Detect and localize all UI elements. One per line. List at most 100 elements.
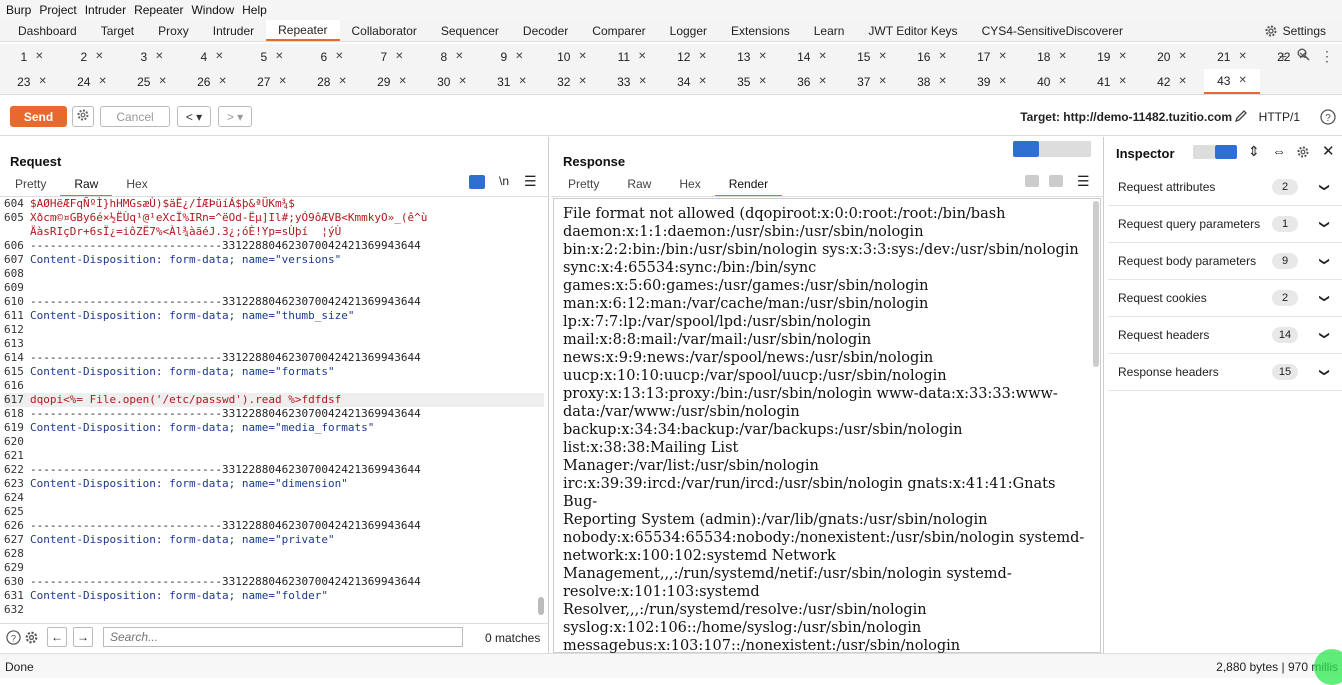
- close-tab-icon[interactable]: ✕: [818, 51, 826, 62]
- close-tab-icon[interactable]: ✕: [215, 51, 223, 62]
- repeater-tab-41[interactable]: 41 ✕: [1084, 69, 1140, 94]
- close-tab-icon[interactable]: ✕: [1118, 51, 1126, 62]
- vertical-view-icon[interactable]: [1039, 141, 1065, 157]
- tab-dashboard[interactable]: Dashboard: [6, 20, 89, 41]
- close-tab-icon[interactable]: ✕: [35, 51, 43, 62]
- next-match-button[interactable]: →: [73, 627, 93, 647]
- inspector-row-request-body-parameters[interactable]: Request body parameters 9 ❯: [1108, 243, 1342, 280]
- repeater-tab-8[interactable]: 8 ✕: [424, 44, 480, 69]
- send-options-button[interactable]: [72, 106, 94, 127]
- response-scrollbar[interactable]: [1093, 201, 1099, 367]
- newline-toggle[interactable]: \n: [499, 174, 509, 188]
- response-tab-raw[interactable]: Raw: [613, 177, 665, 197]
- wrap-lines-icon[interactable]: [469, 175, 485, 189]
- tab-repeater[interactable]: Repeater: [266, 20, 340, 41]
- repeater-tab-40[interactable]: 40 ✕: [1024, 69, 1080, 94]
- close-tab-icon[interactable]: ✕: [38, 76, 46, 87]
- inspector-row-request-headers[interactable]: Request headers 14 ❯: [1108, 317, 1342, 354]
- repeater-tab-23[interactable]: 23 ✕: [4, 69, 60, 94]
- settings-button[interactable]: Settings: [1264, 20, 1326, 42]
- close-tab-icon[interactable]: ✕: [878, 51, 886, 62]
- response-tab-render[interactable]: Render: [714, 177, 783, 197]
- close-tab-icon[interactable]: ✕: [455, 51, 463, 62]
- tab-target[interactable]: Target: [89, 20, 146, 41]
- back-button[interactable]: < ▾: [177, 106, 211, 127]
- expand-all-icon[interactable]: ⇕: [1248, 143, 1260, 160]
- repeater-tab-37[interactable]: 37 ✕: [844, 69, 900, 94]
- repeater-tab-42[interactable]: 42 ✕: [1144, 69, 1200, 94]
- menu-repeater[interactable]: Repeater: [134, 3, 191, 17]
- search-input[interactable]: [103, 627, 463, 647]
- gear-icon[interactable]: [1296, 145, 1310, 162]
- close-tab-icon[interactable]: ✕: [638, 51, 646, 62]
- inspector-layout-icon[interactable]: [1193, 145, 1215, 159]
- tab-cys4-sensitivediscoverer[interactable]: CYS4-SensitiveDiscoverer: [970, 20, 1135, 41]
- repeater-tab-33[interactable]: 33 ✕: [604, 69, 660, 94]
- close-tab-icon[interactable]: ✕: [398, 76, 406, 87]
- request-editor[interactable]: 604 $AØHëÆFqÑºÌ}hHMGsæÙ)$äË¿/ÍÆÞüíÁ$þ&ªÜK…: [4, 197, 544, 619]
- repeater-tab-4[interactable]: 4 ✕: [184, 44, 240, 69]
- request-tab-hex[interactable]: Hex: [112, 177, 161, 197]
- close-tab-icon[interactable]: ✕: [1178, 51, 1186, 62]
- edit-target-icon[interactable]: [1234, 109, 1248, 126]
- add-tab-icon[interactable]: +: [1279, 48, 1287, 65]
- close-tab-icon[interactable]: ✕: [518, 76, 526, 87]
- menu-window[interactable]: Window: [191, 3, 242, 17]
- repeater-tab-7[interactable]: 7 ✕: [364, 44, 420, 69]
- repeater-tab-38[interactable]: 38 ✕: [904, 69, 960, 94]
- repeater-tab-21[interactable]: 21 ✕: [1204, 44, 1260, 69]
- repeater-tab-31[interactable]: 31 ✕: [484, 69, 540, 94]
- tab-intruder[interactable]: Intruder: [201, 20, 266, 41]
- response-tab-hex[interactable]: Hex: [665, 177, 714, 197]
- close-tab-icon[interactable]: ✕: [338, 76, 346, 87]
- close-tab-icon[interactable]: ✕: [878, 76, 886, 87]
- repeater-tab-27[interactable]: 27 ✕: [244, 69, 300, 94]
- collapse-all-icon[interactable]: ⇔: [1272, 143, 1286, 159]
- cancel-button[interactable]: Cancel: [100, 106, 170, 127]
- repeater-tab-5[interactable]: 5 ✕: [244, 44, 300, 69]
- close-tab-icon[interactable]: ✕: [98, 76, 106, 87]
- repeater-tab-19[interactable]: 19 ✕: [1084, 44, 1140, 69]
- close-tab-icon[interactable]: ✕: [578, 76, 586, 87]
- inspector-row-request-cookies[interactable]: Request cookies 2 ❯: [1108, 280, 1342, 317]
- tab-logger[interactable]: Logger: [658, 20, 719, 41]
- request-tab-raw[interactable]: Raw: [60, 177, 113, 197]
- repeater-tab-11[interactable]: 11 ✕: [604, 44, 660, 69]
- close-tab-icon[interactable]: ✕: [638, 76, 646, 87]
- repeater-tab-12[interactable]: 12 ✕: [664, 44, 720, 69]
- menu-help[interactable]: Help: [242, 3, 275, 17]
- inspector-row-response-headers[interactable]: Response headers 15 ❯: [1108, 354, 1342, 391]
- help-icon[interactable]: ?: [6, 630, 21, 648]
- inspector-row-request-attributes[interactable]: Request attributes 2 ❯: [1108, 169, 1342, 206]
- repeater-tab-10[interactable]: 10 ✕: [544, 44, 600, 69]
- send-button[interactable]: Send: [10, 106, 67, 127]
- inspector-row-request-query-parameters[interactable]: Request query parameters 1 ❯: [1108, 206, 1342, 243]
- previous-match-button[interactable]: ←: [47, 627, 67, 647]
- repeater-tab-20[interactable]: 20 ✕: [1144, 44, 1200, 69]
- tab-proxy[interactable]: Proxy: [146, 20, 201, 41]
- repeater-tab-39[interactable]: 39 ✕: [964, 69, 1020, 94]
- close-tab-icon[interactable]: ✕: [278, 76, 286, 87]
- close-tab-icon[interactable]: ✕: [155, 51, 163, 62]
- menu-burp[interactable]: Burp: [6, 3, 39, 17]
- repeater-tab-35[interactable]: 35 ✕: [724, 69, 780, 94]
- close-tab-icon[interactable]: ✕: [335, 51, 343, 62]
- close-tab-icon[interactable]: ✕: [515, 51, 523, 62]
- split-view-icon[interactable]: [1013, 141, 1039, 157]
- repeater-tab-30[interactable]: 30 ✕: [424, 69, 480, 94]
- menu-intruder[interactable]: Intruder: [85, 3, 134, 17]
- repeater-tab-9[interactable]: 9 ✕: [484, 44, 540, 69]
- repeater-tab-25[interactable]: 25 ✕: [124, 69, 180, 94]
- close-tab-icon[interactable]: ✕: [998, 51, 1006, 62]
- response-tab-pretty[interactable]: Pretty: [554, 177, 613, 197]
- close-tab-icon[interactable]: ✕: [818, 76, 826, 87]
- close-tab-icon[interactable]: ✕: [758, 76, 766, 87]
- tab-decoder[interactable]: Decoder: [511, 20, 580, 41]
- tab-learn[interactable]: Learn: [802, 20, 857, 41]
- repeater-tab-1[interactable]: 1 ✕: [4, 44, 60, 69]
- tab-collaborator[interactable]: Collaborator: [340, 20, 429, 41]
- menu-project[interactable]: Project: [39, 3, 84, 17]
- close-tab-icon[interactable]: ✕: [1238, 51, 1246, 62]
- close-icon[interactable]: ✕: [1322, 142, 1335, 160]
- close-tab-icon[interactable]: ✕: [1058, 51, 1066, 62]
